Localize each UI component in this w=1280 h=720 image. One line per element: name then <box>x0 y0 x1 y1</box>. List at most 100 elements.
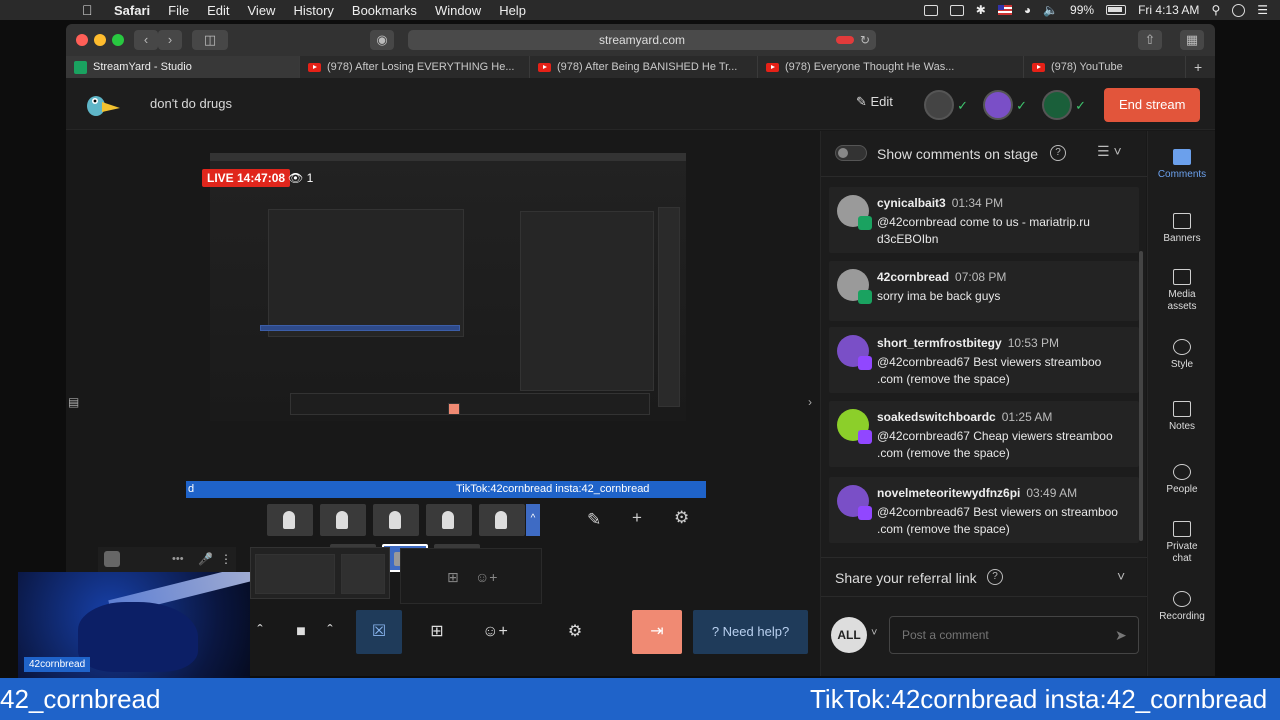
end-stream-button[interactable]: End stream <box>1104 88 1200 122</box>
comments-scrollbar[interactable] <box>1139 251 1143 541</box>
filter-icon[interactable]: ☰ ˅ <box>1097 143 1122 160</box>
back-button[interactable]: ‹ <box>134 30 158 50</box>
menu-file[interactable]: File <box>168 3 189 18</box>
tab-youtube-4[interactable]: (978) YouTube <box>1024 56 1186 78</box>
more-layouts-button[interactable]: ^ <box>526 504 540 536</box>
address-bar[interactable]: streamyard.com ↻ <box>408 30 876 50</box>
screen-share-icon[interactable] <box>923 4 938 16</box>
comment-item[interactable]: cynicalbait3 01:34 PM @42cornbread come t… <box>829 187 1139 253</box>
shield-icon[interactable]: ◉ <box>370 30 394 50</box>
more-icon[interactable]: ••• <box>172 553 184 565</box>
comments-icon <box>1173 149 1191 165</box>
rail-style[interactable]: Style <box>1148 339 1215 371</box>
menu-edit[interactable]: Edit <box>207 3 229 18</box>
rail-comments[interactable]: Comments <box>1148 149 1215 181</box>
clock[interactable]: Fri 4:13 AM <box>1138 3 1199 17</box>
layout-panel-icon[interactable]: ▤ <box>68 395 79 409</box>
apple-icon[interactable]:  <box>82 2 98 18</box>
sidebar-toggle-icon[interactable]: ◫ <box>192 30 228 50</box>
volume-icon[interactable]: 🔈 <box>1043 3 1058 17</box>
destination-avatar-twitch[interactable]: ✓ <box>983 90 1027 120</box>
rail-private-chat[interactable]: Private chat <box>1148 521 1215 565</box>
camera-button[interactable]: ■ <box>278 610 324 654</box>
bluetooth-icon[interactable]: ✱ <box>976 3 986 17</box>
tile-menu-icon[interactable]: ⋮ <box>220 552 232 566</box>
share-screen-button[interactable]: ⊞ <box>414 610 460 654</box>
comment-item[interactable]: short_termfrostbitegy 10:53 PM @42cornbre… <box>829 327 1139 393</box>
destination-avatar-kick[interactable]: ✓ <box>1042 90 1086 120</box>
input-flag-icon[interactable] <box>997 5 1012 15</box>
layout-solo-button[interactable] <box>267 504 313 536</box>
add-source-tile[interactable]: ⊞ ☺+ <box>400 548 542 604</box>
comment-author: cynicalbait3 01:34 PM <box>877 196 1003 210</box>
rail-notes[interactable]: Notes <box>1148 401 1215 433</box>
help-icon[interactable]: ? <box>987 569 1003 585</box>
add-screen-icon[interactable]: ⊞ <box>447 569 459 586</box>
comment-item[interactable]: soakedswitchboardc 01:25 AM @42cornbread6… <box>829 401 1139 467</box>
battery-icon[interactable] <box>1106 5 1127 15</box>
rail-recording[interactable]: Recording <box>1148 591 1215 623</box>
tab-youtube-3[interactable]: (978) Everyone Thought He Was... <box>758 56 1024 78</box>
gear-icon[interactable]: ⚙ <box>674 508 689 528</box>
destination-avatar-youtube[interactable]: ✓ <box>924 90 968 120</box>
broadcast-title[interactable]: don't do drugs <box>150 96 232 111</box>
add-guest-icon[interactable]: ☺+ <box>475 569 497 585</box>
menu-bookmarks[interactable]: Bookmarks <box>352 3 417 18</box>
close-window-button[interactable] <box>76 34 88 46</box>
comment-item[interactable]: novelmeteoritewydfnz6pi 03:49 AM @42cornb… <box>829 477 1139 543</box>
referral-section[interactable]: Share your referral link ? ˅ <box>821 557 1147 597</box>
pencil-icon[interactable]: ✎ <box>587 510 601 530</box>
airplay-icon[interactable] <box>949 4 964 16</box>
leave-studio-button[interactable]: ⇥ <box>632 610 682 654</box>
stop-share-button[interactable]: ☒ <box>356 610 402 654</box>
screen-source-tile[interactable] <box>250 547 390 599</box>
edit-destinations-button[interactable]: ✎ Edit <box>856 94 893 110</box>
show-comments-toggle[interactable] <box>835 145 867 161</box>
mic-icon[interactable]: 🎤 <box>198 552 213 566</box>
rail-people[interactable]: People <box>1148 464 1215 496</box>
stage-preview[interactable] <box>210 153 686 421</box>
rail-banners[interactable]: Banners <box>1148 213 1215 245</box>
spotlight-icon[interactable]: ⚲ <box>1211 3 1220 17</box>
layout-pip-button[interactable] <box>479 504 525 536</box>
tab-youtube-1[interactable]: (978) After Losing EVERYTHING He... <box>300 56 530 78</box>
audience-selector[interactable]: ALL <box>831 617 867 653</box>
camera-options-chevron-icon[interactable]: ˆ <box>320 610 340 654</box>
layout-screen-button[interactable] <box>426 504 472 536</box>
add-icon[interactable]: + <box>632 508 642 528</box>
menu-help[interactable]: Help <box>499 3 526 18</box>
battery-percent[interactable]: 99% <box>1070 3 1094 17</box>
chevron-down-icon[interactable]: ˅ <box>871 627 877 639</box>
invite-button[interactable]: ☺+ <box>472 610 518 654</box>
tab-overview-icon[interactable]: ▦ <box>1180 30 1204 50</box>
author-name: cynicalbait3 <box>877 196 946 210</box>
mic-options-chevron-icon[interactable]: ˆ <box>250 610 270 654</box>
new-tab-button[interactable]: + <box>1186 56 1214 78</box>
need-help-button[interactable]: ? Need help? <box>693 610 808 654</box>
send-icon[interactable]: ➤ <box>1115 627 1127 644</box>
camera-source-tile[interactable]: ••• 🎤 ⋮ <box>98 547 236 573</box>
post-comment-input[interactable] <box>889 616 1139 654</box>
menu-app[interactable]: Safari <box>114 3 150 18</box>
menu-view[interactable]: View <box>248 3 276 18</box>
menu-history[interactable]: History <box>293 3 333 18</box>
chevron-down-icon[interactable]: ˅ <box>1117 568 1125 584</box>
layout-group-button[interactable] <box>320 504 366 536</box>
help-icon[interactable]: ? <box>1050 145 1066 161</box>
wifi-icon[interactable]: ◕ <box>1024 3 1031 17</box>
zoom-window-button[interactable] <box>112 34 124 46</box>
settings-button[interactable]: ⚙ <box>552 610 598 654</box>
layout-leader-button[interactable] <box>373 504 419 536</box>
tab-streamyard[interactable]: StreamYard - Studio <box>66 56 300 78</box>
forward-button[interactable]: › <box>158 30 182 50</box>
tab-youtube-2[interactable]: (978) After Being BANISHED He Tr... <box>530 56 758 78</box>
menu-window[interactable]: Window <box>435 3 481 18</box>
siri-icon[interactable] <box>1232 3 1246 17</box>
share-icon[interactable]: ⇧ <box>1138 30 1162 50</box>
comment-item[interactable]: 42cornbread 07:08 PM sorry ima be back gu… <box>829 261 1139 321</box>
rail-media-assets[interactable]: Media assets <box>1148 269 1215 313</box>
reload-icon[interactable]: ↻ <box>860 30 870 50</box>
collapse-panel-arrow-icon[interactable]: › <box>808 395 812 409</box>
minimize-window-button[interactable] <box>94 34 106 46</box>
control-center-icon[interactable]: ☰ <box>1257 3 1268 17</box>
